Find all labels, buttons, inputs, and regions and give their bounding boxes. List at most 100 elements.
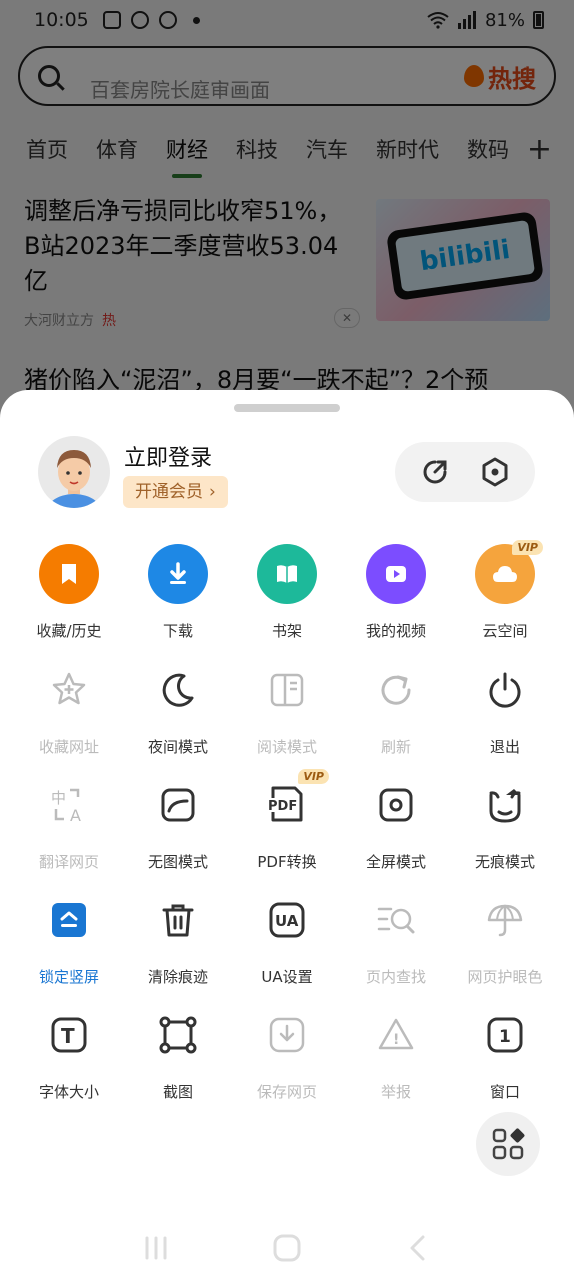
menu-item-label: 无痕模式 xyxy=(474,853,535,871)
system-nav-bar xyxy=(0,1218,574,1278)
menu-sheet: 立即登录 开通会员 › 收藏/历史 下载 书架 我的视频 VIP 云空间 收藏网… xyxy=(0,390,574,1280)
svg-text:T: T xyxy=(61,1024,75,1048)
customize-menu-button[interactable] xyxy=(476,1112,540,1176)
reader-mode-button[interactable]: 阅读模式 xyxy=(232,660,342,770)
refresh-button[interactable]: 刷新 xyxy=(341,660,451,770)
no-image-mode-button[interactable]: 无图模式 xyxy=(123,775,233,885)
open-vip-button[interactable]: 开通会员 › xyxy=(123,476,228,508)
report-button[interactable]: ! 举报 xyxy=(341,1005,451,1115)
pdf-convert-button[interactable]: PDF VIP PDF转换 xyxy=(232,769,342,885)
menu-item-label: 窗口 xyxy=(489,1083,520,1101)
night-mode-button[interactable]: 夜间模式 xyxy=(123,660,233,770)
book-icon xyxy=(257,544,317,604)
bookmark-icon xyxy=(39,544,99,604)
lock-portrait-button[interactable]: 锁定竖屏 xyxy=(14,890,124,1000)
eye-protection-button[interactable]: 网页护眼色 xyxy=(450,890,560,1000)
bookmarks-history-button[interactable]: 收藏/历史 xyxy=(14,544,124,654)
back-icon[interactable] xyxy=(403,1233,433,1263)
vip-badge: VIP xyxy=(512,540,543,555)
ua-settings-button[interactable]: UA UA设置 xyxy=(232,890,342,1000)
menu-item-label: 翻译网页 xyxy=(38,853,99,871)
pdf-icon: PDF xyxy=(267,786,303,822)
menu-item-label: 无图模式 xyxy=(147,853,208,871)
svg-text:A: A xyxy=(70,806,81,825)
windows-icon: 1 xyxy=(487,1017,523,1053)
avatar-icon xyxy=(46,450,102,508)
menu-item-label: 退出 xyxy=(489,738,520,756)
star-add-icon xyxy=(52,672,86,705)
share-icon[interactable] xyxy=(419,456,451,488)
menu-item-label: 阅读模式 xyxy=(256,738,317,756)
menu-item-label: 书架 xyxy=(271,622,302,640)
menu-item-label: 锁定竖屏 xyxy=(38,968,99,986)
menu-item-label: 云空间 xyxy=(482,622,528,640)
save-page-icon xyxy=(269,1017,305,1053)
menu-item-label: PDF转换 xyxy=(257,853,317,871)
bookshelf-button[interactable]: 书架 xyxy=(232,544,342,654)
menu-row-2: 收藏网址 夜间模式 阅读模式 刷新 退出 xyxy=(0,660,574,770)
menu-item-label: 保存网页 xyxy=(256,1083,317,1101)
svg-text:中: 中 xyxy=(51,789,66,807)
font-size-icon: T xyxy=(51,1017,87,1053)
svg-text:!: ! xyxy=(393,1032,399,1048)
bookmark-url-button[interactable]: 收藏网址 xyxy=(14,660,124,770)
trash-icon xyxy=(162,904,194,937)
menu-row-3: 中A 翻译网页 无图模式 PDF VIP PDF转换 全屏模式 无痕模式 xyxy=(0,769,574,885)
find-in-page-icon xyxy=(377,907,415,934)
drag-handle[interactable] xyxy=(234,404,340,412)
cloud-space-button[interactable]: VIP 云空间 xyxy=(450,540,560,654)
menu-row-5: T 字体大小 截图 保存网页 ! 举报 1 窗口 xyxy=(0,1005,574,1115)
menu-item-label: 夜间模式 xyxy=(147,738,208,756)
settings-icon[interactable] xyxy=(479,456,511,488)
menu-row-primary: 收藏/历史 下载 书架 我的视频 VIP 云空间 xyxy=(0,540,574,654)
menu-item-label: 全屏模式 xyxy=(365,853,426,871)
windows-button[interactable]: 1 窗口 xyxy=(450,1005,560,1115)
save-page-button[interactable]: 保存网页 xyxy=(232,1005,342,1115)
find-in-page-button[interactable]: 页内查找 xyxy=(341,890,451,1000)
refresh-icon xyxy=(381,675,411,705)
download-button[interactable]: 下载 xyxy=(123,544,233,654)
screenshot-button[interactable]: 截图 xyxy=(123,1005,233,1115)
recent-apps-icon[interactable] xyxy=(141,1235,171,1261)
quick-action-pill xyxy=(395,442,535,502)
video-icon xyxy=(366,544,426,604)
svg-text:PDF: PDF xyxy=(268,799,297,814)
fullscreen-icon xyxy=(379,788,413,822)
translate-icon: 中A xyxy=(51,788,81,825)
fullscreen-mode-button[interactable]: 全屏模式 xyxy=(341,775,451,885)
menu-item-label: 收藏网址 xyxy=(38,738,99,756)
avatar[interactable] xyxy=(38,436,110,508)
menu-item-label: 截图 xyxy=(162,1083,193,1101)
open-vip-label: 开通会员 xyxy=(135,482,203,502)
menu-item-label: 举报 xyxy=(380,1083,411,1101)
menu-item-label: UA设置 xyxy=(261,968,313,986)
menu-item-label: 字体大小 xyxy=(38,1083,99,1101)
report-icon: ! xyxy=(378,1018,414,1050)
menu-item-label: 页内查找 xyxy=(365,968,426,986)
exit-button[interactable]: 退出 xyxy=(450,660,560,770)
home-icon[interactable] xyxy=(272,1233,302,1263)
svg-text:UA: UA xyxy=(275,912,299,930)
menu-row-4: 锁定竖屏 清除痕迹 UA UA设置 页内查找 网页护眼色 xyxy=(0,890,574,1000)
menu-item-label: 我的视频 xyxy=(365,622,426,640)
menu-item-label: 刷新 xyxy=(380,738,411,756)
vip-badge: VIP xyxy=(298,769,329,784)
clear-history-button[interactable]: 清除痕迹 xyxy=(123,890,233,1000)
translate-page-button[interactable]: 中A 翻译网页 xyxy=(14,775,124,885)
ua-icon: UA xyxy=(269,902,305,938)
my-videos-button[interactable]: 我的视频 xyxy=(341,544,451,654)
menu-item-label: 清除痕迹 xyxy=(147,968,208,986)
login-link[interactable]: 立即登录 xyxy=(124,440,212,472)
grid-icon xyxy=(492,1128,525,1160)
download-icon xyxy=(148,544,208,604)
chevron-right-icon: › xyxy=(209,482,216,502)
umbrella-icon xyxy=(487,904,523,937)
font-size-button[interactable]: T 字体大小 xyxy=(14,1005,124,1115)
screenshot-icon xyxy=(159,1016,197,1054)
menu-item-label: 网页护眼色 xyxy=(467,968,543,986)
incognito-mode-button[interactable]: 无痕模式 xyxy=(450,775,560,885)
power-icon xyxy=(489,672,521,708)
no-image-icon xyxy=(161,788,195,822)
incognito-icon xyxy=(489,789,521,823)
menu-item-label: 收藏/历史 xyxy=(36,622,102,640)
